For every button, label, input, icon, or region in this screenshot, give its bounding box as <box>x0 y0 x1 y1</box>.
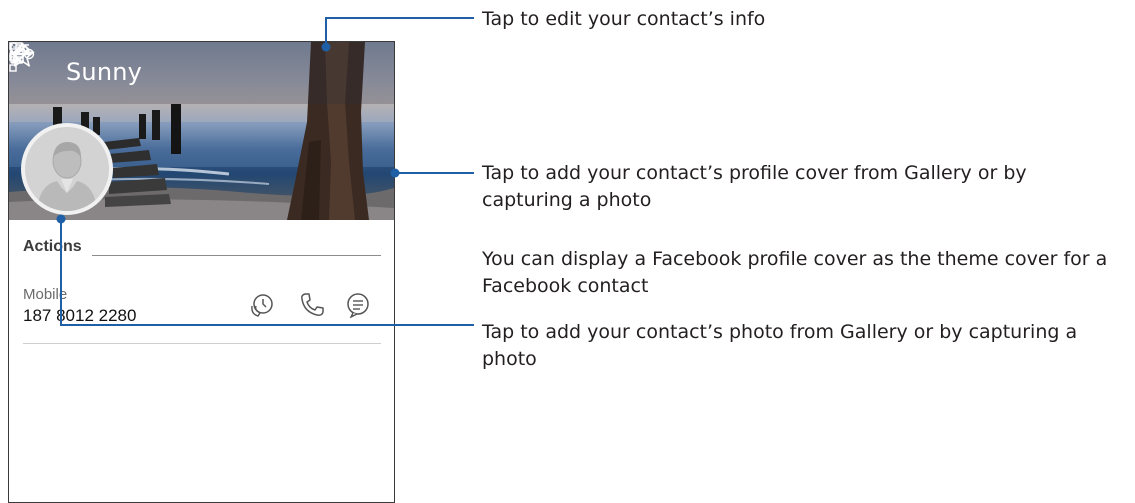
callout-facebook-cover: You can display a Facebook profile cover… <box>482 248 1108 297</box>
callout-profile-cover: Tap to add your contact’s profile cover … <box>482 162 1027 211</box>
callout-contact-photo: Tap to add your contact’s photo from Gal… <box>482 321 1078 370</box>
callout-edit-info: Tap to edit your contact’s info <box>482 8 766 30</box>
callout-lines <box>56 17 474 326</box>
